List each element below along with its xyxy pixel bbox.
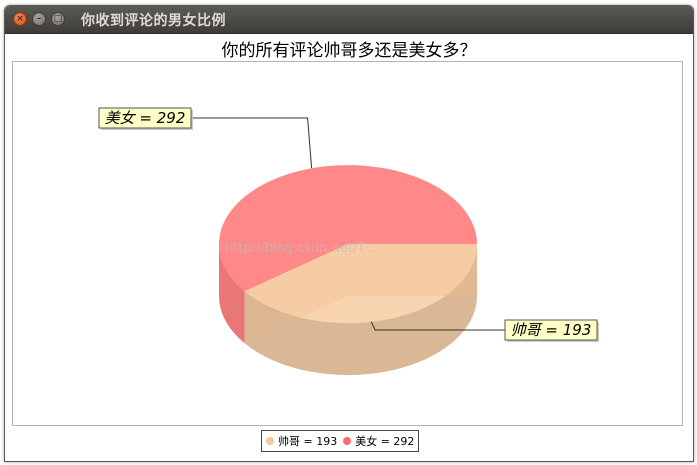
minimize-icon: – bbox=[36, 14, 42, 24]
minimize-window-button[interactable]: – bbox=[32, 12, 46, 26]
slice-label-female: 美女 = 292 bbox=[105, 109, 186, 127]
plot-area: http://blog.csdn.net/T... 帅哥 = 193 美女 = 29… bbox=[12, 61, 683, 426]
maximize-icon: □ bbox=[53, 14, 63, 24]
legend-label-male: 帅哥 = 193 bbox=[278, 435, 338, 448]
legend-label-female: 美女 = 292 bbox=[355, 435, 415, 448]
close-window-button[interactable]: × bbox=[13, 12, 27, 26]
window-title: 你收到评论的男女比例 bbox=[81, 13, 226, 29]
leader-line-female bbox=[191, 117, 313, 169]
legend-swatch-male bbox=[266, 437, 274, 445]
legend-item-female: 美女 = 292 bbox=[343, 433, 414, 449]
app-window: × – □ 你收到评论的男女比例 你的所有评论帅哥多还是美女多？ http://… bbox=[4, 5, 694, 462]
pie-chart: http://blog.csdn.net/T... 帅哥 = 193 美女 = 29… bbox=[98, 107, 599, 376]
title-bar[interactable]: × – □ 你收到评论的男女比例 bbox=[5, 6, 693, 34]
legend: 帅哥 = 193 美女 = 292 bbox=[261, 430, 420, 452]
maximize-window-button[interactable]: □ bbox=[51, 12, 65, 26]
close-icon: × bbox=[16, 14, 24, 24]
chart-title: 你的所有评论帅哥多还是美女多？ bbox=[221, 41, 477, 61]
legend-item-male: 帅哥 = 193 bbox=[266, 433, 337, 449]
legend-swatch-female bbox=[343, 437, 352, 445]
slice-label-male: 帅哥 = 193 bbox=[511, 321, 592, 339]
watermark-text: http://blog.csdn.net/T... bbox=[225, 241, 376, 256]
